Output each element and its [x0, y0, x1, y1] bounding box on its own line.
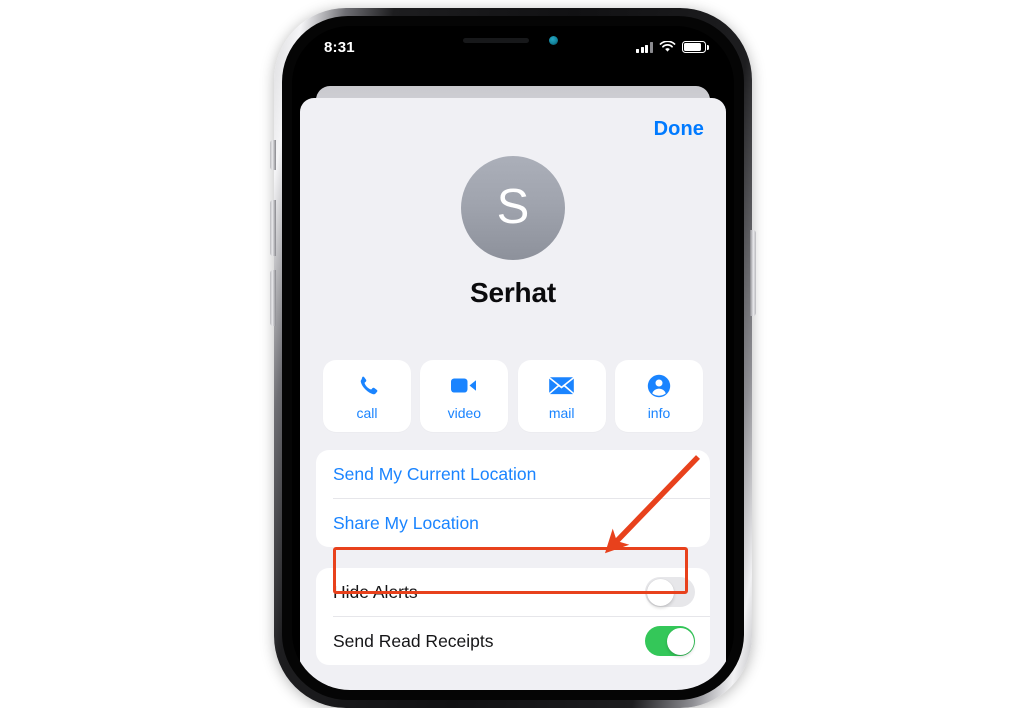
front-camera-icon	[549, 36, 558, 45]
message-settings-list: Hide Alerts Send Read Receipts	[316, 568, 710, 665]
info-button-label: info	[647, 404, 671, 421]
done-button[interactable]: Done	[654, 118, 704, 141]
call-button-label: call	[356, 404, 378, 421]
power-side-button[interactable]	[750, 230, 756, 316]
send-read-receipts-label: Send Read Receipts	[333, 630, 494, 651]
location-options-list: Send My Current Location Share My Locati…	[316, 450, 710, 547]
toggle-knob	[666, 627, 694, 655]
volume-down-button[interactable]	[270, 270, 276, 326]
volume-up-button[interactable]	[270, 200, 276, 256]
contact-details-sheet: Done S Serhat call video mail info Send …	[300, 98, 726, 690]
envelope-icon	[549, 373, 574, 399]
avatar[interactable]: S	[461, 156, 565, 260]
cellular-bars-icon	[636, 42, 653, 53]
mail-button[interactable]: mail	[517, 360, 606, 432]
contact-header: S Serhat	[300, 156, 726, 309]
status-bar-icons	[636, 40, 709, 53]
mail-button-label: mail	[548, 404, 575, 421]
hide-alerts-row[interactable]: Hide Alerts	[316, 568, 710, 616]
wifi-icon	[659, 41, 676, 52]
battery-icon	[682, 41, 709, 53]
person-circle-icon	[647, 373, 671, 399]
hide-alerts-toggle[interactable]	[645, 577, 695, 607]
video-camera-icon	[451, 373, 477, 399]
earpiece-speaker-icon	[463, 38, 529, 43]
call-button[interactable]: call	[323, 360, 411, 432]
share-my-location-row[interactable]: Share My Location	[316, 499, 710, 547]
send-read-receipts-row[interactable]: Send Read Receipts	[316, 617, 710, 665]
toggle-knob	[646, 578, 674, 606]
phone-screen: 8:31 Done S Serhat call video mail info …	[292, 26, 734, 690]
info-button[interactable]: info	[614, 360, 703, 432]
status-time: 8:31	[324, 39, 355, 56]
video-button[interactable]: video	[420, 360, 509, 432]
video-button-label: video	[447, 404, 482, 421]
contact-action-buttons: call video mail info	[323, 360, 703, 432]
avatar-initial: S	[496, 179, 530, 234]
phone-icon	[356, 373, 379, 399]
contact-name: Serhat	[470, 277, 556, 308]
mute-switch-button[interactable]	[270, 140, 276, 170]
sheet-header: Done	[654, 98, 726, 160]
display-notch	[409, 26, 617, 56]
hide-alerts-label: Hide Alerts	[333, 581, 418, 602]
send-current-location-row[interactable]: Send My Current Location	[316, 450, 710, 498]
